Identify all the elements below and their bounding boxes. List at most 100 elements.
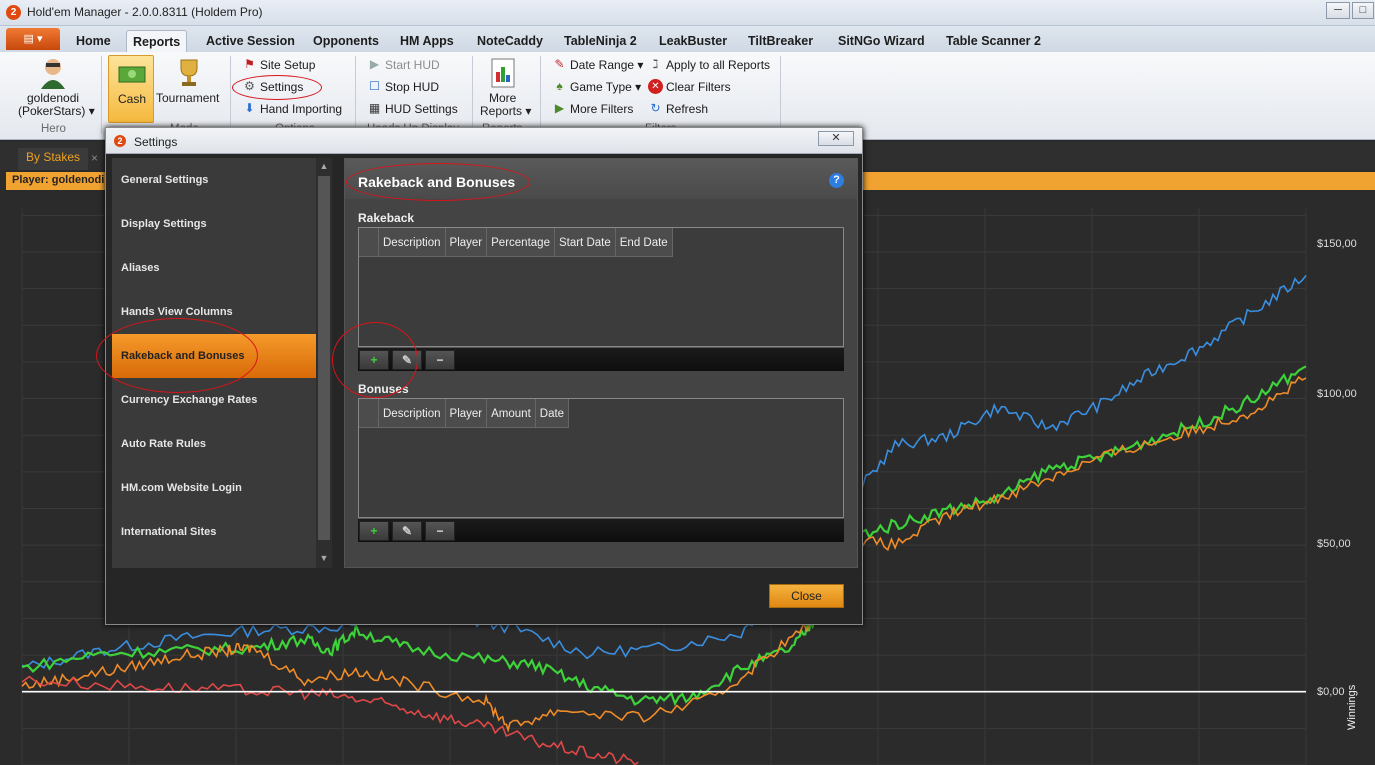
title-bar: 2 Hold'em Manager - 2.0.0.8311 (Holdem P… — [0, 0, 1375, 26]
tab-active-session[interactable]: Active Session — [200, 30, 301, 52]
tab-table-scanner[interactable]: Table Scanner 2 — [940, 30, 1047, 52]
scroll-up-icon[interactable]: ▲ — [318, 160, 330, 172]
report-document-icon — [491, 58, 515, 88]
hero-site[interactable]: (PokerStars) ▾ — [18, 104, 95, 118]
tab-leakbuster[interactable]: LeakBuster — [653, 30, 733, 52]
nav-item-aliases[interactable]: Aliases — [112, 246, 316, 290]
app-logo-icon: 2 — [6, 5, 21, 20]
window-title: Hold'em Manager - 2.0.0.8311 (Holdem Pro… — [27, 5, 263, 19]
hud-settings-label: HUD Settings — [385, 101, 458, 116]
hero-avatar-icon — [41, 59, 65, 89]
close-button[interactable]: Close — [769, 584, 844, 608]
start-hud-button[interactable]: ▶ Start HUD — [367, 57, 440, 72]
dialog-close-icon[interactable]: ✕ — [818, 131, 854, 146]
hand-importing-label: Hand Importing — [260, 101, 343, 116]
hud-settings-icon: ▦ — [368, 101, 381, 115]
y-axis-label: Winnings — [1346, 684, 1358, 730]
nav-item-general-settings[interactable]: General Settings — [112, 158, 316, 202]
nav-item-hm-website-login[interactable]: HM.com Website Login — [112, 466, 316, 510]
calendar-icon: ✎ — [554, 57, 565, 71]
rakeback-col-player[interactable]: Player — [446, 228, 488, 257]
tab-hm-apps[interactable]: HM Apps — [394, 30, 460, 52]
site-setup-button[interactable]: ⚑ Site Setup — [242, 57, 315, 72]
ribbon-separator — [472, 56, 473, 134]
y-tick-label: $50,00 — [1317, 538, 1351, 550]
scroll-thumb[interactable] — [318, 176, 330, 540]
cash-label: Cash — [118, 92, 147, 106]
apply-to-all-reports-button[interactable]: ℷ Apply to all Reports — [648, 57, 770, 72]
hand-importing-button[interactable]: ⬇ Hand Importing — [242, 101, 342, 116]
nav-item-international-sites[interactable]: International Sites — [112, 510, 316, 554]
ribbon-separator — [230, 56, 231, 134]
rakeback-col-end-date[interactable]: End Date — [616, 228, 673, 257]
help-icon[interactable]: ? — [829, 173, 844, 188]
rakeback-col-description[interactable]: Description — [379, 228, 446, 257]
game-type-icon: ♠ — [556, 79, 563, 93]
nav-item-auto-rate-rules[interactable]: Auto Rate Rules — [112, 422, 316, 466]
rakeback-col-percentage[interactable]: Percentage — [487, 228, 555, 257]
player-label: Player: goldenodi (P — [12, 174, 119, 186]
bonuses-toolbar: + ✎ − — [358, 518, 844, 542]
import-arrow-icon: ⬇ — [244, 101, 255, 115]
bonuses-grid[interactable]: Description Player Amount Date — [358, 398, 844, 518]
annotation-oval — [332, 322, 418, 398]
y-tick-label: $100,00 — [1317, 388, 1357, 400]
grid-corner — [359, 399, 379, 428]
more-filters-button[interactable]: ▶ More Filters — [552, 101, 633, 116]
ribbon-separator — [355, 56, 356, 134]
close-tab-icon[interactable]: × — [91, 151, 98, 165]
rakeback-col-start-date[interactable]: Start Date — [555, 228, 616, 257]
bonuses-col-description[interactable]: Description — [379, 399, 446, 428]
bonuses-add-button[interactable]: + — [359, 521, 389, 541]
tab-by-stakes[interactable]: By Stakes — [18, 148, 89, 170]
cash-button[interactable]: Cash — [108, 55, 154, 123]
bonuses-col-player[interactable]: Player — [446, 399, 488, 428]
site-setup-icon: ⚑ — [244, 57, 255, 71]
nav-item-display-settings[interactable]: Display Settings — [112, 202, 316, 246]
rakeback-remove-button[interactable]: − — [425, 350, 455, 370]
y-tick-label: $150,00 — [1317, 238, 1357, 250]
rakeback-grid[interactable]: Description Player Percentage Start Date… — [358, 227, 844, 347]
scroll-down-icon[interactable]: ▼ — [318, 552, 330, 564]
bonuses-col-amount[interactable]: Amount — [487, 399, 536, 428]
cash-icon — [118, 66, 146, 83]
play-icon: ▶ — [369, 57, 380, 71]
stop-icon: ☐ — [369, 79, 380, 93]
game-type-dropdown[interactable]: ♠ Game Type ▾ — [552, 79, 641, 94]
game-type-label: Game Type — [570, 79, 632, 94]
annotation-oval — [96, 318, 258, 393]
apply-all-label: Apply to all Reports — [666, 57, 771, 72]
refresh-button[interactable]: ↻ Refresh — [648, 101, 708, 116]
settings-content-panel: Rakeback and Bonuses ? Rakeback Descript… — [344, 158, 858, 568]
more-reports-button[interactable]: More Reports ▾ — [480, 56, 531, 122]
hero-name[interactable]: goldenodi — [27, 91, 79, 105]
ribbon-separator — [540, 56, 541, 134]
app-menu-button[interactable]: ▤ ▾ — [6, 28, 60, 50]
apply-all-icon: ℷ — [652, 57, 659, 71]
tab-tableninja[interactable]: TableNinja 2 — [558, 30, 643, 52]
clear-filters-button[interactable]: ✕ Clear Filters — [648, 79, 731, 94]
tab-tiltbreaker[interactable]: TiltBreaker — [742, 30, 819, 52]
hero-site-label: (PokerStars) — [18, 104, 86, 118]
site-setup-label: Site Setup — [260, 57, 316, 72]
tab-home[interactable]: Home — [70, 30, 117, 52]
hero-avatar[interactable] — [38, 57, 68, 89]
tab-reports[interactable]: Reports — [126, 30, 188, 52]
tab-sitngo-wizard[interactable]: SitNGo Wizard — [832, 30, 931, 52]
minimize-button[interactable]: ─ — [1326, 2, 1350, 19]
tab-opponents[interactable]: Opponents — [307, 30, 385, 52]
tournament-button[interactable]: Tournament — [156, 55, 224, 123]
bonuses-col-date[interactable]: Date — [536, 399, 570, 428]
stop-hud-button[interactable]: ☐ Stop HUD — [367, 79, 439, 94]
hud-settings-button[interactable]: ▦ HUD Settings — [367, 101, 458, 116]
maximize-button[interactable]: □ — [1352, 2, 1374, 19]
more-reports-label-1: More — [489, 91, 517, 105]
clear-x-icon: ✕ — [648, 79, 663, 94]
filter-icon: ▶ — [554, 101, 565, 115]
bonuses-edit-button[interactable]: ✎ — [392, 521, 422, 541]
date-range-dropdown[interactable]: ✎ Date Range ▾ — [552, 57, 643, 72]
bonuses-remove-button[interactable]: − — [425, 521, 455, 541]
tab-notecaddy[interactable]: NoteCaddy — [471, 30, 549, 52]
tournament-label: Tournament — [156, 91, 220, 105]
nav-scrollbar[interactable]: ▲ ▼ — [316, 158, 332, 568]
